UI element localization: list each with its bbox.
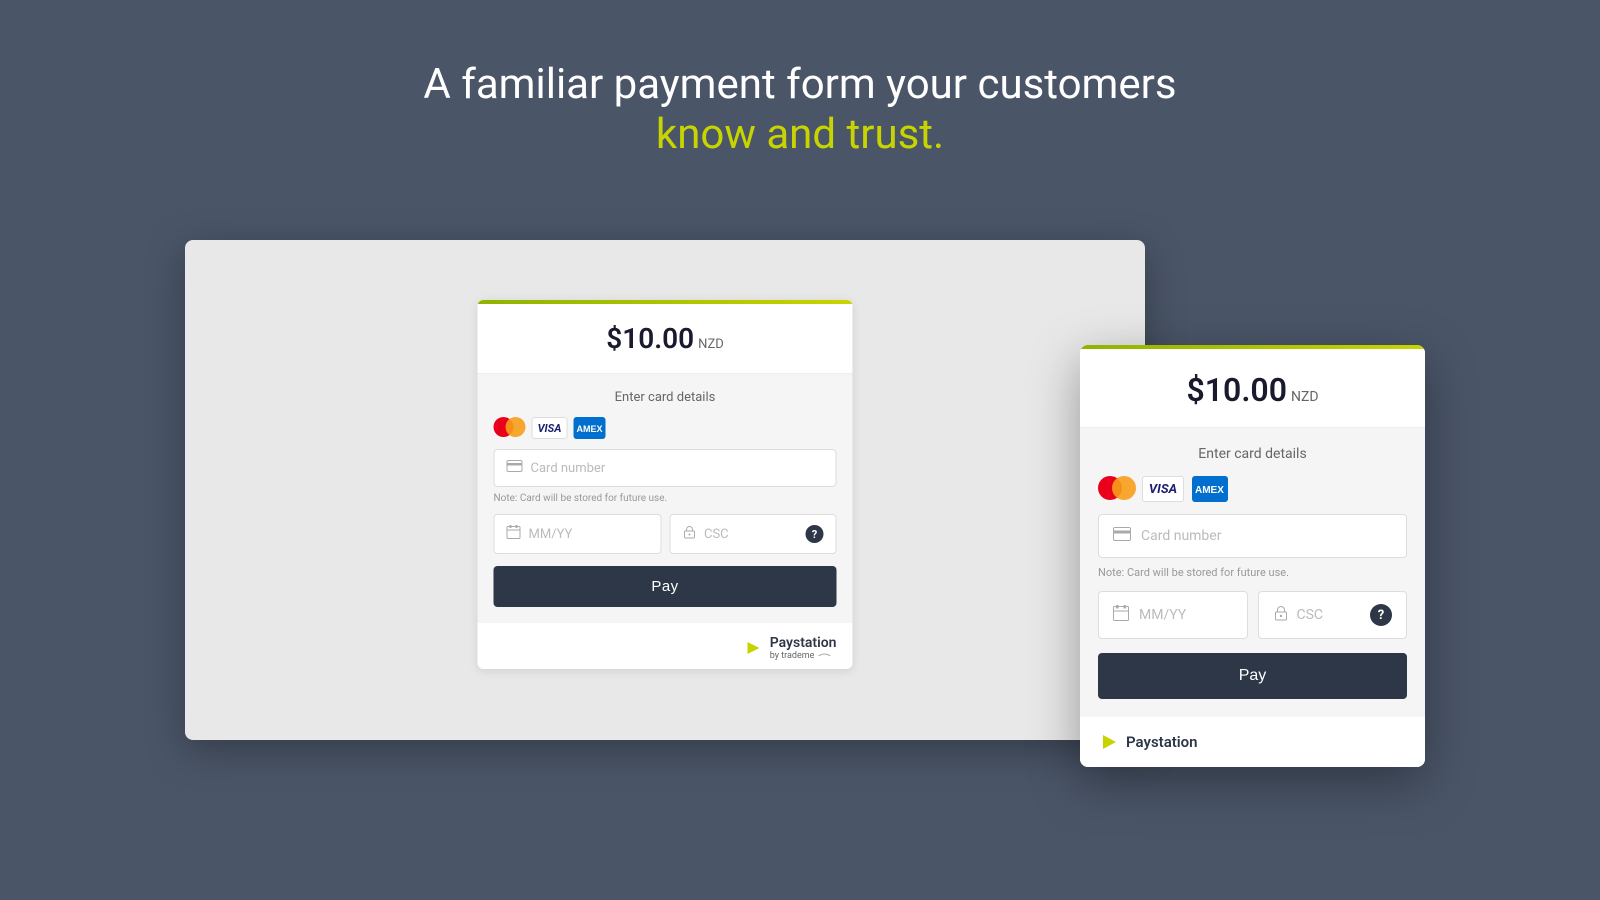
mobile-row-inputs: MM/YY CSC ? — [1098, 591, 1407, 639]
desktop-expiry-field[interactable]: MM/YY — [494, 514, 662, 554]
mobile-card-number-field[interactable]: Card number — [1098, 514, 1407, 558]
mobile-paystation-logo: Paystation — [1080, 717, 1425, 767]
desktop-amount-value: $10.00 — [606, 322, 694, 355]
mobile-expiry-placeholder: MM/YY — [1139, 607, 1186, 623]
desktop-section-title: Enter card details — [494, 390, 837, 405]
amex-icon: AMEX — [574, 417, 606, 439]
calendar-icon — [507, 525, 521, 543]
csc-placeholder: CSC — [704, 527, 729, 542]
mobile-amount-section: $10.00NZD — [1080, 349, 1425, 428]
desktop-row-inputs: MM/YY CSC ? — [494, 514, 837, 554]
mobile-pay-button[interactable]: Pay — [1098, 653, 1407, 699]
mobile-expiry-field[interactable]: MM/YY — [1098, 591, 1248, 639]
mobile-card-details-section: Enter card details VISA AMEX Card number — [1080, 428, 1425, 717]
desktop-card-icons: VISA AMEX — [494, 417, 837, 439]
mobile-paystation-logo-mark — [1098, 731, 1120, 753]
svg-text:AMEX: AMEX — [1195, 485, 1224, 496]
mobile-amount-currency: NZD — [1291, 389, 1319, 405]
mobile-csc-field[interactable]: CSC ? — [1258, 591, 1408, 639]
paystation-name: Paystation — [770, 635, 837, 651]
payment-form-desktop: $10.00 NZD Enter card details VISA AMEX — [478, 300, 853, 669]
card-number-placeholder: Card number — [531, 461, 606, 476]
hero-title-white: A familiar payment form your customers — [0, 60, 1600, 110]
mobile-csc-placeholder: CSC — [1297, 607, 1324, 623]
desktop-csc-field[interactable]: CSC ? — [669, 514, 837, 554]
desktop-card-number-field[interactable]: Card number — [494, 449, 837, 487]
mobile-amex-icon: AMEX — [1192, 476, 1228, 502]
desktop-note-text: Note: Card will be stored for future use… — [494, 493, 837, 504]
hero-section: A familiar payment form your customers k… — [0, 0, 1600, 189]
expiry-placeholder: MM/YY — [529, 527, 573, 542]
paystation-sub: by trademe — [770, 651, 837, 661]
mobile-lock-icon — [1273, 605, 1289, 625]
mobile-section-title: Enter card details — [1098, 446, 1407, 462]
mobile-paystation-name: Paystation — [1126, 733, 1198, 751]
mobile-visa-icon: VISA — [1142, 476, 1184, 502]
hero-title-green: know and trust. — [0, 110, 1600, 159]
desktop-card-details-section: Enter card details VISA AMEX — [478, 374, 853, 623]
mobile-card-icon — [1113, 527, 1131, 545]
desktop-amount-section: $10.00 NZD — [478, 304, 853, 374]
mobile-card-number-placeholder: Card number — [1141, 528, 1221, 544]
mobile-card-icons: VISA AMEX — [1098, 476, 1407, 502]
visa-icon: VISA — [532, 417, 568, 439]
desktop-paystation-logo: Paystation by trademe — [478, 623, 853, 669]
mobile-csc-help-icon[interactable]: ? — [1370, 604, 1392, 626]
mobile-amount-value: $10.00 — [1186, 371, 1287, 409]
paystation-logo-mark — [744, 638, 764, 658]
desktop-amount-currency: NZD — [698, 337, 724, 352]
mobile-card-wrapper: $10.00NZD Enter card details VISA AMEX — [1080, 345, 1425, 767]
card-icon — [507, 460, 523, 476]
lock-icon — [682, 525, 696, 543]
mastercard-icon — [494, 417, 526, 437]
csc-help-icon[interactable]: ? — [806, 525, 824, 543]
mobile-calendar-icon — [1113, 605, 1129, 625]
svg-text:AMEX: AMEX — [577, 424, 603, 434]
mobile-note-text: Note: Card will be stored for future use… — [1098, 566, 1407, 579]
mobile-mastercard-icon — [1098, 476, 1134, 500]
desktop-card-wrapper: $10.00 NZD Enter card details VISA AMEX — [185, 240, 1145, 740]
desktop-pay-button[interactable]: Pay — [494, 566, 837, 607]
